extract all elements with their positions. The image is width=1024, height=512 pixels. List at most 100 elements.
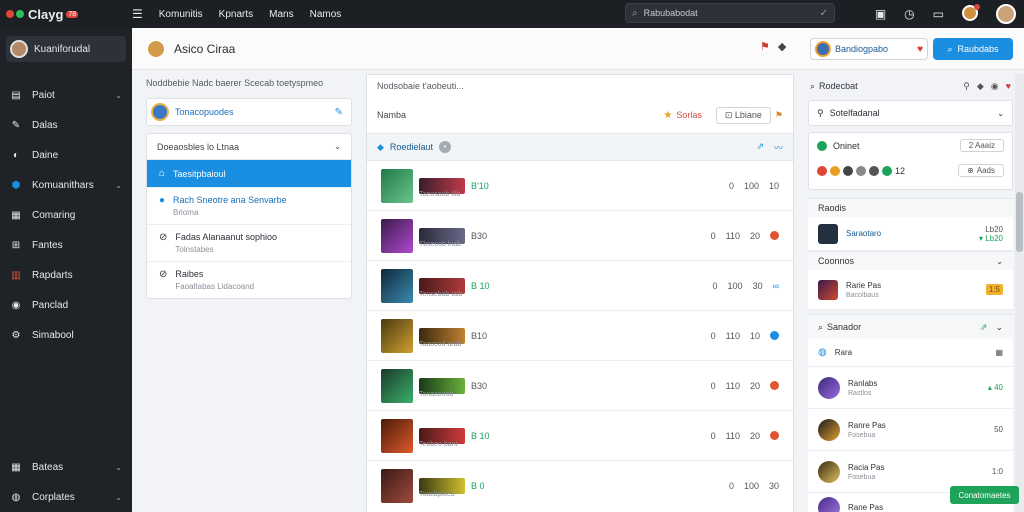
search-input[interactable]: [643, 8, 814, 18]
list-item[interactable]: ◍ Rara ▦: [808, 339, 1013, 367]
game-thumbnail: [381, 268, 413, 303]
star-filter[interactable]: ★ Sorlas: [663, 110, 701, 121]
table-row[interactable]: Teobeo bant B 10 0 110 20: [367, 411, 793, 461]
avatar: [818, 223, 838, 244]
sidebar-item-label: Daine: [32, 149, 59, 161]
trend-icon[interactable]: 〰: [774, 141, 783, 154]
heart-icon[interactable]: ♥: [1006, 81, 1011, 92]
sidebar-item-komuanithars[interactable]: ⬢ Komuanithars ⌄: [0, 170, 132, 200]
pin-icon[interactable]: ⇗: [756, 141, 764, 154]
pencil-icon[interactable]: ✎: [335, 107, 343, 118]
chevron-down-icon[interactable]: ⌄: [995, 322, 1003, 333]
topnav-item[interactable]: Namos: [310, 9, 342, 20]
hamburger-icon[interactable]: ☰: [132, 7, 143, 21]
pin-icon[interactable]: ⚲: [963, 81, 970, 92]
sidebar-item-daine[interactable]: ◐ Daine: [0, 140, 132, 170]
sidebar-item-paiot[interactable]: ▤ Paiot ⌄: [0, 80, 132, 110]
add-button[interactable]: ⊕ Aads: [958, 164, 1004, 177]
user-avatar[interactable]: [996, 4, 1016, 24]
trend-icon[interactable]: ⇗: [980, 322, 988, 333]
center-toolbar-label: Namba: [377, 110, 407, 120]
sidebar-item-dalas[interactable]: ✎ Dalas: [0, 110, 132, 140]
game-stats: 0 100 30: [729, 481, 779, 491]
app-logo[interactable]: Clayg 78: [0, 7, 132, 22]
alert-icon[interactable]: ⚑: [760, 40, 770, 53]
sidebar-user[interactable]: Kuaniforudal: [6, 36, 126, 62]
section-header: ⌕ Sanador ⇗ ⌄: [808, 315, 1013, 339]
list-item[interactable]: ● Rach Sneotre ana Senvarbe Brloma: [147, 188, 351, 225]
table-row[interactable]: Taeosaob tllb B'10 0 100 10: [367, 161, 793, 211]
chevron-down-icon: ⌄: [115, 180, 122, 190]
primary-action-button[interactable]: ⌕ Raubdabs: [933, 38, 1013, 60]
dashboard-icon: ▤: [11, 89, 21, 101]
list-item[interactable]: Saraotaro Lb20 ▾ Lb20: [808, 217, 1013, 251]
sidebar-item-bateas[interactable]: ▦ Bateas ⌄: [0, 452, 132, 482]
chevron-down-icon: ⌄: [334, 142, 341, 151]
grid-icon: ▦: [11, 461, 21, 473]
right-scrollbar[interactable]: [1015, 74, 1024, 512]
topnav-item[interactable]: Kpnarts: [219, 9, 253, 20]
check-icon[interactable]: ✓: [820, 8, 828, 19]
avatar: [843, 165, 853, 176]
gallery-icon[interactable]: ▣: [875, 7, 886, 21]
table-row[interactable]: Tonacooob B30 0 110 20: [367, 361, 793, 411]
list-item[interactable]: Ranlabs Rastlos ▴ 40: [808, 367, 1013, 409]
logo-badge: 78: [66, 10, 79, 18]
sidebar-item-label: Dalas: [32, 119, 58, 131]
sidebar-item-panclad[interactable]: ◉ Panclad: [0, 290, 132, 320]
flag-icon[interactable]: ⚑: [775, 110, 783, 121]
sidebar-item-label: Panclad: [32, 299, 69, 311]
stat: 100: [743, 180, 759, 191]
chevron-down-icon[interactable]: ⌄: [996, 257, 1003, 266]
center-panel: Nodsobaie t'aobeuti... Namba ★ Sorlas ⊡ …: [366, 74, 794, 512]
section-title: Sanador: [827, 322, 862, 332]
avatar: [151, 103, 169, 121]
online-count-button[interactable]: 2 Aaaiz: [959, 139, 1004, 152]
game-list-title: Roedielaut: [389, 142, 433, 152]
list-item-value: Lb20: [985, 224, 1003, 234]
status-dropdown[interactable]: ⚲ Sotelfadanal ⌄: [808, 100, 1013, 126]
screen-icon[interactable]: ▭: [933, 7, 944, 21]
topnav-item[interactable]: Mans: [269, 9, 293, 20]
table-row[interactable]: Tbsecob lnab B30 0 110 20: [367, 211, 793, 261]
list-item[interactable]: Rarie Pas Bacolbaus 1:5: [808, 270, 1013, 310]
green-action-button[interactable]: Conatomaetes: [950, 486, 1019, 504]
online-count: 12: [895, 165, 906, 176]
sidebar-item-simabool[interactable]: ⚙ Simabool: [0, 320, 132, 350]
table-row[interactable]: Toacbpioeb B 0 0 100 30: [367, 461, 793, 511]
topic-list-header[interactable]: Doeaosbles lo Ltnaa ⌄: [147, 134, 351, 160]
sidebar-item-corplates[interactable]: ◍ Corplates ⌄: [0, 482, 132, 512]
count-badge: •: [438, 141, 451, 153]
filter-button-label: Lbiane: [734, 109, 762, 120]
table-row[interactable]: Taaocod arab B10 0 110 10: [367, 311, 793, 361]
stat: 20: [749, 230, 760, 241]
sidebar-item-comaring[interactable]: ▦ Comaring: [0, 200, 132, 230]
scrollbar-thumb[interactable]: [1016, 192, 1023, 252]
bell-icon[interactable]: ◆: [778, 40, 786, 53]
profile-pill-button[interactable]: Bandiogpabo ♥: [810, 38, 928, 60]
bell-icon[interactable]: ◆: [977, 81, 984, 92]
stat: 30: [768, 481, 779, 491]
sidebar-item-fantes[interactable]: ⊞ Fantes: [0, 230, 132, 260]
list-item[interactable]: ⊘ Fadas Alanaanut sophioo Tolnstabes: [147, 225, 351, 262]
table-row[interactable]: Tensebab talb B 10 0 100 30 ∞: [367, 261, 793, 311]
clock-icon[interactable]: ◷: [904, 7, 914, 21]
filter-icon: ⊡: [724, 109, 733, 120]
filter-button[interactable]: ⊡ Lbiane: [715, 106, 771, 124]
grid-icon[interactable]: ▦: [995, 348, 1003, 357]
chart-icon: ▥: [11, 269, 21, 281]
search-box[interactable]: ⌕ ✓: [625, 3, 835, 23]
sidebar-item-rapdarts[interactable]: ▥ Rapdarts: [0, 260, 132, 290]
logo-dot-green: [16, 10, 24, 18]
list-item-subtitle: Fosebua: [848, 431, 876, 439]
chat-icon[interactable]: ◉: [991, 81, 999, 92]
notification-avatar[interactable]: [962, 3, 980, 24]
topnav-item[interactable]: Komunitis: [159, 9, 203, 20]
sidebar: Kuaniforudal ▤ Paiot ⌄ ✎ Dalas ◐ Daine ⬢…: [0, 28, 132, 512]
list-item[interactable]: Ranre Pas Fosebua 50: [808, 409, 1013, 451]
status-dot: [770, 231, 779, 240]
list-item[interactable]: ⌂ Taesitpbaioul: [147, 160, 351, 188]
game-value: B30: [471, 230, 488, 241]
topic-input[interactable]: Tonacopuodes ✎: [146, 98, 352, 126]
list-item[interactable]: ⊘ Raibes Faoaltabas Lidacoand: [147, 262, 351, 298]
